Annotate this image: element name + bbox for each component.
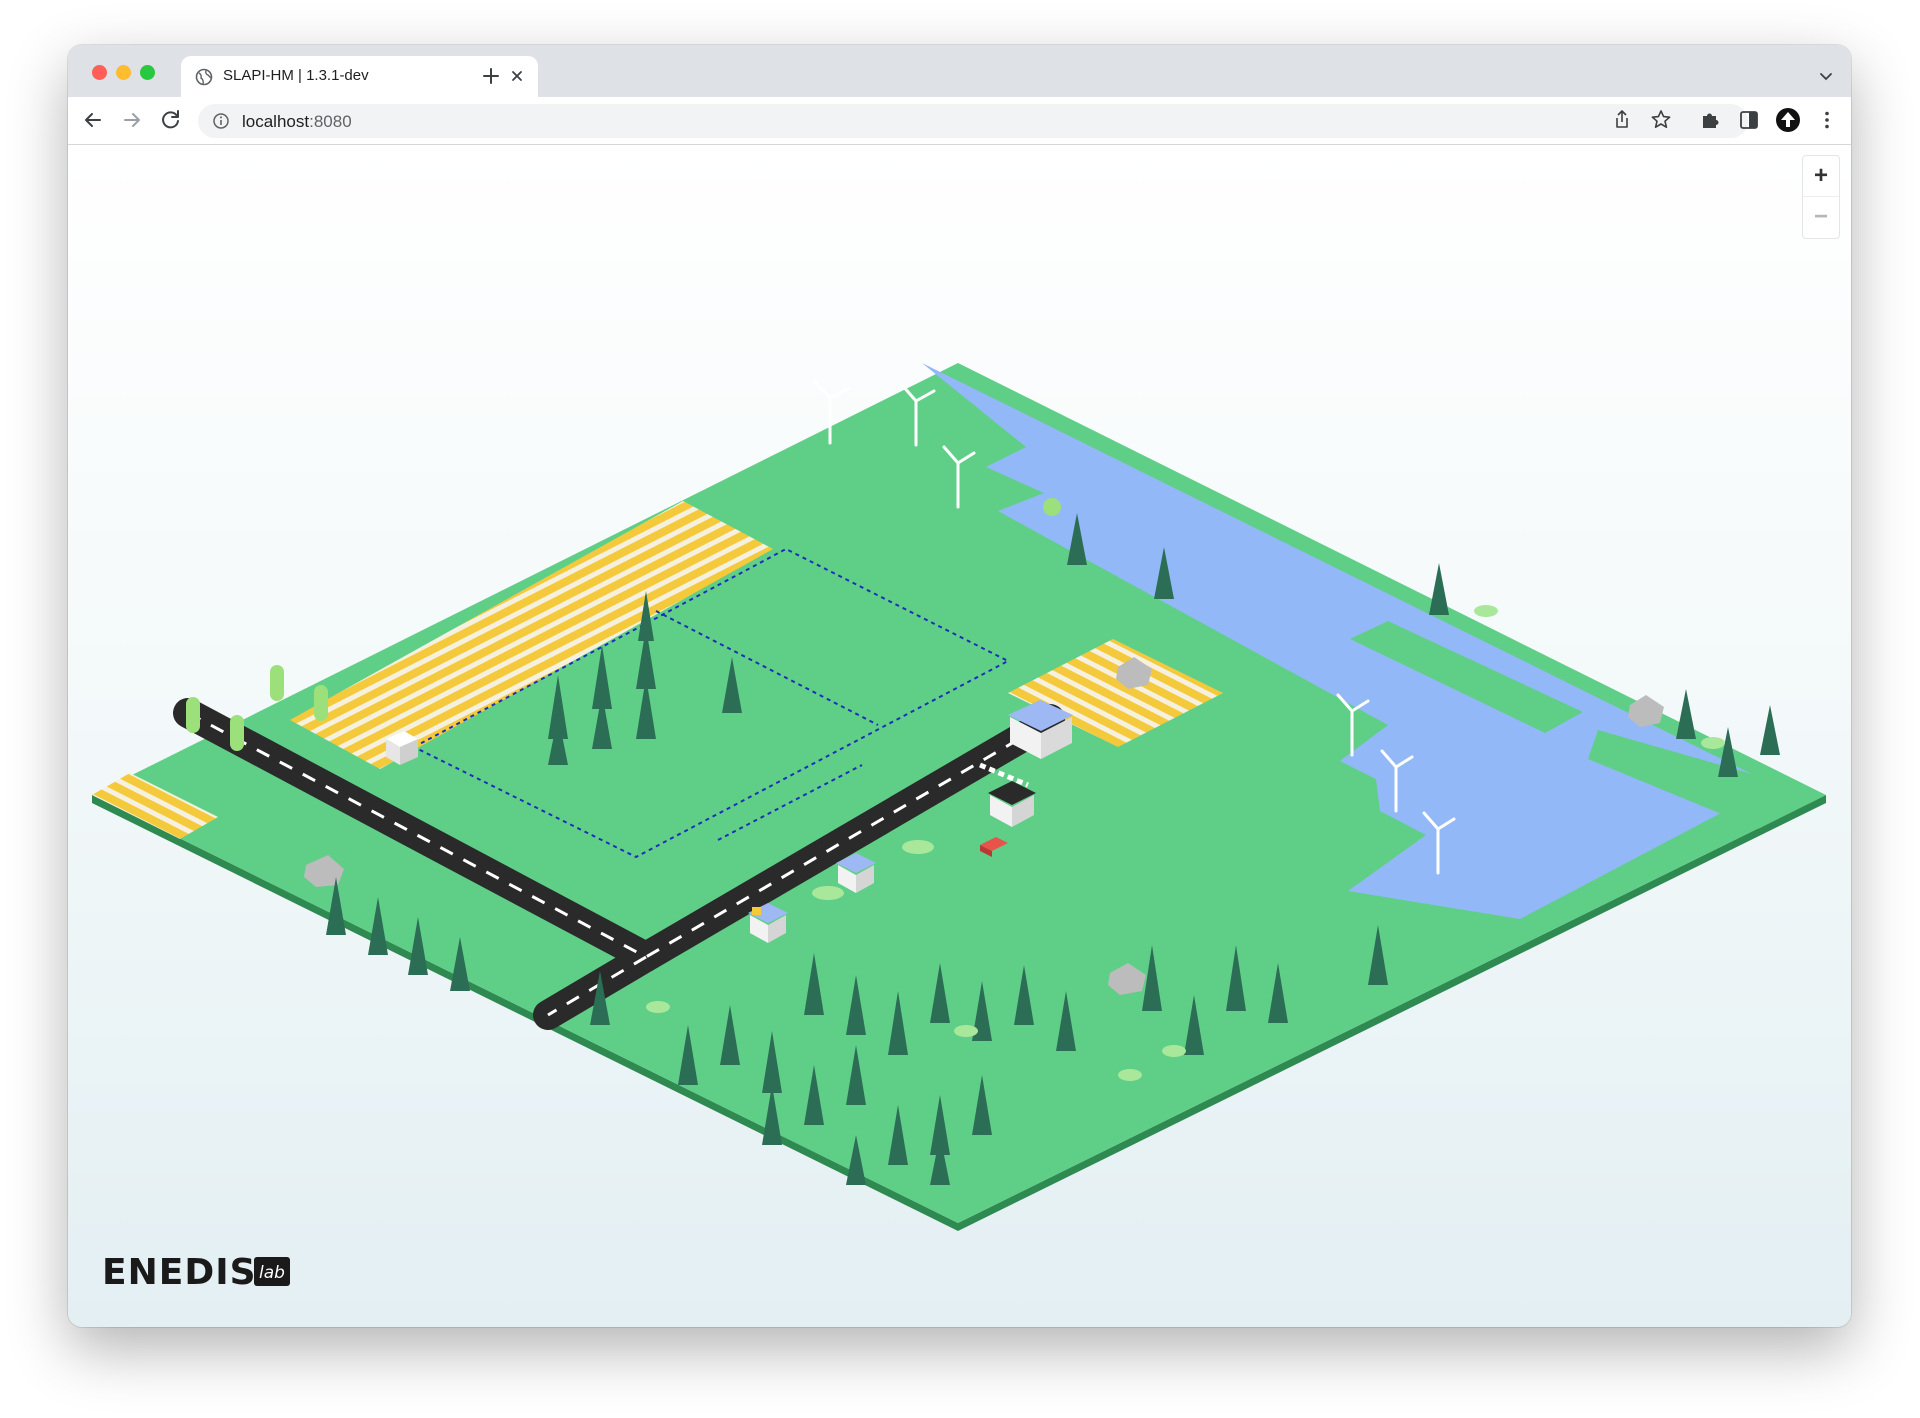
enedis-lab-logo: ENEDIS lab [102, 1253, 290, 1289]
more-menu-icon[interactable] [1814, 107, 1840, 133]
zoom-out-button[interactable]: − [1803, 196, 1839, 237]
zoom-control: + − [1802, 155, 1840, 239]
maximize-window-button[interactable] [140, 65, 155, 80]
url-text: localhost:8080 [242, 112, 352, 132]
address-bar[interactable]: localhost:8080 [198, 104, 1748, 138]
profile-avatar-icon[interactable] [1775, 107, 1801, 133]
logo-badge-text: lab [259, 1263, 285, 1283]
browser-window: SLAPI-HM | 1.3.1-dev localhost:8080 + − … [68, 45, 1851, 1327]
tab-bar: SLAPI-HM | 1.3.1-dev [68, 45, 1851, 97]
info-icon[interactable] [212, 112, 230, 130]
url-port: :8080 [309, 112, 352, 131]
isometric-map[interactable] [68, 145, 1851, 1327]
tab-title: SLAPI-HM | 1.3.1-dev [223, 67, 369, 84]
extensions-puzzle-icon[interactable] [1697, 107, 1723, 133]
close-tab-icon[interactable] [506, 65, 528, 87]
forward-arrow-icon[interactable] [119, 107, 145, 133]
tab-search-chevron-icon[interactable] [1815, 65, 1837, 87]
back-arrow-icon[interactable] [80, 107, 106, 133]
close-window-button[interactable] [92, 65, 107, 80]
share-icon[interactable] [1609, 107, 1635, 133]
lock-icon[interactable] [752, 907, 761, 915]
globe-icon [195, 68, 213, 86]
new-tab-icon[interactable] [478, 63, 504, 89]
bookmark-star-icon[interactable] [1648, 107, 1674, 133]
page-content: + − ENEDIS lab [68, 145, 1851, 1327]
minimize-window-button[interactable] [116, 65, 131, 80]
browser-toolbar: localhost:8080 [68, 97, 1851, 145]
zoom-in-button[interactable]: + [1803, 156, 1839, 196]
side-panel-icon[interactable] [1736, 107, 1762, 133]
url-host: localhost [242, 112, 310, 131]
reload-icon[interactable] [158, 107, 184, 133]
logo-wordmark: ENEDIS [102, 1253, 257, 1289]
